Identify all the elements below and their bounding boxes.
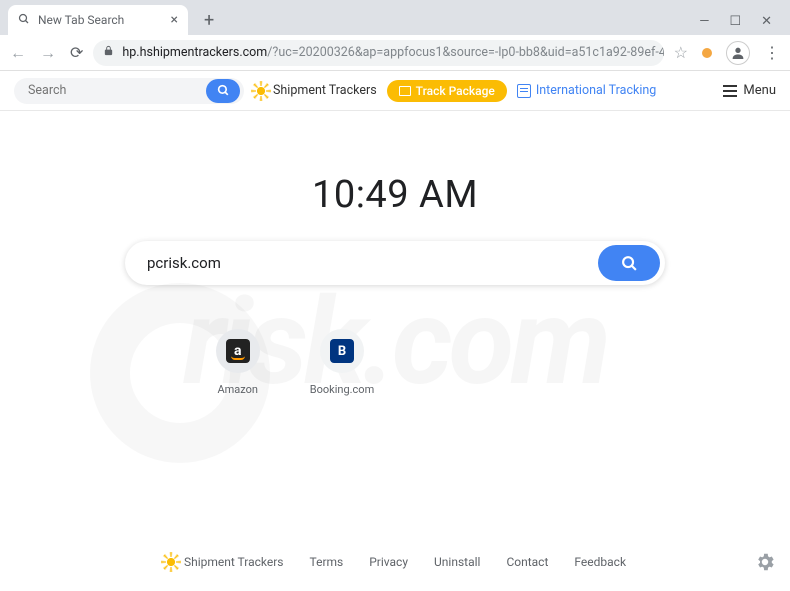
address-bar[interactable]: hp.hshipmentrackers.com/?uc=20200326&ap=… [93, 40, 663, 66]
reload-button[interactable]: ⟳ [70, 43, 83, 63]
intl-label: International Tracking [536, 83, 656, 98]
booking-icon: B [330, 339, 354, 363]
maximize-button[interactable]: ☐ [729, 14, 741, 29]
address-bar-actions: ☆ ⋮ [674, 41, 780, 65]
footer-link-privacy[interactable]: Privacy [369, 555, 408, 569]
menu-button[interactable]: Menu [723, 83, 776, 98]
shortcut-amazon[interactable]: a Amazon [216, 329, 260, 396]
back-button[interactable]: ← [10, 43, 26, 63]
profile-avatar[interactable] [726, 41, 750, 65]
brand-link[interactable]: Shipment Trackers [254, 83, 377, 98]
package-icon [399, 86, 411, 96]
globe-list-icon [517, 84, 531, 98]
shortcut-tile: a [216, 329, 260, 373]
amazon-icon: a [226, 339, 250, 363]
settings-gear-icon[interactable] [754, 551, 776, 577]
footer-link-feedback[interactable]: Feedback [574, 555, 626, 569]
main-search-box[interactable] [125, 241, 665, 285]
track-package-label: Track Package [416, 84, 495, 98]
new-tab-button[interactable]: + [196, 6, 222, 35]
extension-toolbar: Shipment Trackers Track Package Internat… [0, 71, 790, 111]
shortcuts-row: a Amazon B Booking.com [0, 329, 790, 396]
bookmark-star-icon[interactable]: ☆ [674, 43, 688, 62]
shortcut-label: Amazon [217, 383, 258, 396]
shortcut-booking[interactable]: B Booking.com [310, 329, 374, 396]
toolbar-search[interactable] [14, 78, 244, 104]
address-bar-row: ← → ⟳ hp.hshipmentrackers.com/?uc=202003… [0, 35, 790, 71]
window-controls: — ☐ ✕ [699, 14, 790, 35]
minimize-button[interactable]: — [699, 14, 709, 29]
extension-icon[interactable] [702, 48, 712, 58]
toolbar-search-input[interactable] [28, 83, 206, 98]
footer-link-contact[interactable]: Contact [506, 555, 548, 569]
close-tab-icon[interactable]: × [171, 12, 178, 28]
shortcut-tile: B [320, 329, 364, 373]
footer-brand[interactable]: Shipment Trackers [164, 555, 284, 569]
url-domain: hp.hshipmentrackers.com [122, 45, 267, 60]
clock-display: 10:49 AM [0, 173, 790, 217]
browser-tab[interactable]: New Tab Search × [8, 5, 188, 35]
lock-icon [103, 45, 114, 60]
tab-title: New Tab Search [38, 13, 124, 27]
footer-link-uninstall[interactable]: Uninstall [434, 555, 480, 569]
sun-icon [254, 84, 268, 98]
track-package-button[interactable]: Track Package [387, 80, 507, 102]
footer-brand-label: Shipment Trackers [184, 555, 284, 569]
main-search-input[interactable] [147, 254, 598, 272]
close-window-button[interactable]: ✕ [761, 14, 772, 29]
tab-strip: New Tab Search × + — ☐ ✕ [0, 0, 790, 35]
main-content: risk.com 10:49 AM a Amazon B Booking.com… [0, 173, 790, 591]
footer: Shipment Trackers Terms Privacy Uninstal… [0, 555, 790, 569]
menu-label: Menu [743, 83, 776, 98]
url-path: /?uc=20200326&ap=appfocus1&source=-lp0-b… [267, 45, 663, 60]
sun-icon [164, 555, 178, 569]
nav-arrows: ← → ⟳ [10, 43, 83, 63]
brand-label: Shipment Trackers [273, 83, 377, 98]
international-tracking-link[interactable]: International Tracking [517, 83, 656, 98]
forward-button[interactable]: → [40, 43, 56, 63]
footer-link-terms[interactable]: Terms [310, 555, 344, 569]
shortcut-label: Booking.com [310, 383, 374, 396]
toolbar-search-button[interactable] [206, 79, 240, 103]
hamburger-icon [723, 85, 737, 97]
main-search-button[interactable] [598, 245, 660, 281]
browser-menu-icon[interactable]: ⋮ [764, 43, 780, 62]
search-icon [18, 13, 30, 28]
